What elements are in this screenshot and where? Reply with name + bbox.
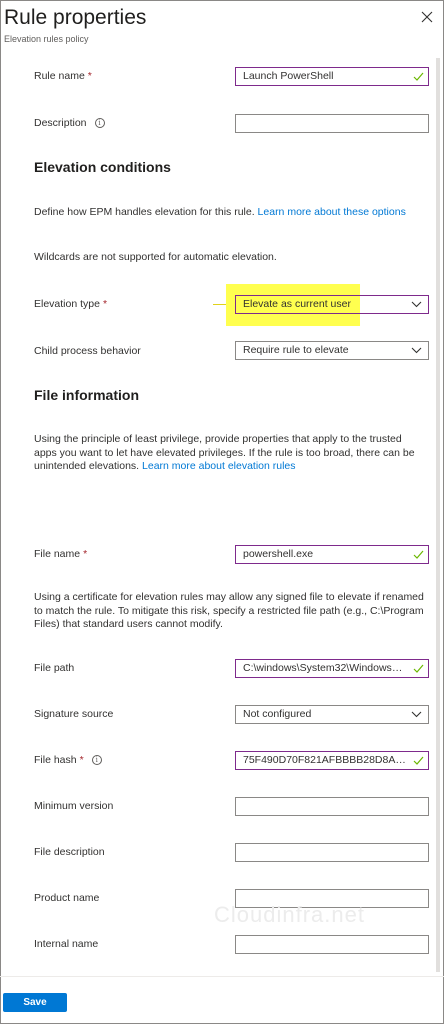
elevation-conditions-heading: Elevation conditions (34, 159, 171, 175)
close-icon[interactable] (420, 10, 434, 24)
internal-name-input[interactable] (235, 935, 429, 954)
wildcards-note: Wildcards are not supported for automati… (34, 251, 277, 263)
check-icon (413, 756, 424, 765)
file-hash-label: File hash * i (34, 754, 102, 766)
check-icon (413, 72, 424, 81)
child-process-label: Child process behavior (34, 345, 141, 357)
page-title: Rule properties (4, 6, 147, 29)
elevation-type-label: Elevation type * (34, 298, 108, 310)
chevron-down-icon (411, 347, 422, 354)
info-icon[interactable]: i (91, 755, 102, 766)
internal-name-label: Internal name (34, 938, 99, 950)
rule-name-label: Rule name * (34, 70, 92, 82)
child-process-select[interactable]: Require rule to elevate (235, 341, 429, 360)
rule-name-input[interactable]: Launch PowerShell (235, 67, 429, 86)
elevation-type-select[interactable]: Elevate as current user (235, 295, 429, 314)
file-name-input[interactable]: powershell.exe (235, 545, 429, 564)
check-icon (413, 664, 424, 673)
chevron-down-icon (411, 711, 422, 718)
minimum-version-input[interactable] (235, 797, 429, 816)
file-description-input[interactable] (235, 843, 429, 862)
learn-more-options-link[interactable]: Learn more about these options (258, 206, 406, 218)
learn-more-rules-link[interactable]: Learn more about elevation rules (142, 460, 296, 472)
description-input[interactable] (235, 114, 429, 133)
elevation-intro-text: Define how EPM handles elevation for thi… (34, 206, 406, 218)
file-info-intro-text: Using the principle of least privilege, … (34, 433, 415, 472)
certificate-warning-text: Using a certificate for elevation rules … (34, 591, 424, 630)
check-icon (413, 550, 424, 559)
watermark: Cloudinfra.net (214, 902, 365, 927)
file-path-input[interactable]: C:\windows\System32\WindowsPowerShell\v1… (235, 659, 429, 678)
file-name-label: File name * (34, 548, 88, 560)
page-subtitle: Elevation rules policy (4, 34, 89, 44)
file-hash-input[interactable]: 75F490D70F821AFBBBB28D8AE45F2F5A4B9BD5A8… (235, 751, 429, 770)
signature-source-label: Signature source (34, 708, 114, 720)
file-description-label: File description (34, 846, 105, 858)
panel-frame (0, 0, 444, 1024)
save-button[interactable]: Save (3, 993, 67, 1012)
minimum-version-label: Minimum version (34, 800, 114, 812)
highlight-connector (213, 304, 227, 305)
product-name-label: Product name (34, 892, 100, 904)
signature-source-select[interactable]: Not configured (235, 705, 429, 724)
info-icon[interactable]: i (94, 118, 105, 129)
description-label: Description i (34, 117, 105, 129)
footer-divider (0, 976, 444, 977)
file-information-heading: File information (34, 387, 139, 403)
file-path-label: File path (34, 662, 75, 674)
chevron-down-icon (411, 301, 422, 308)
scrollbar[interactable] (436, 58, 440, 972)
